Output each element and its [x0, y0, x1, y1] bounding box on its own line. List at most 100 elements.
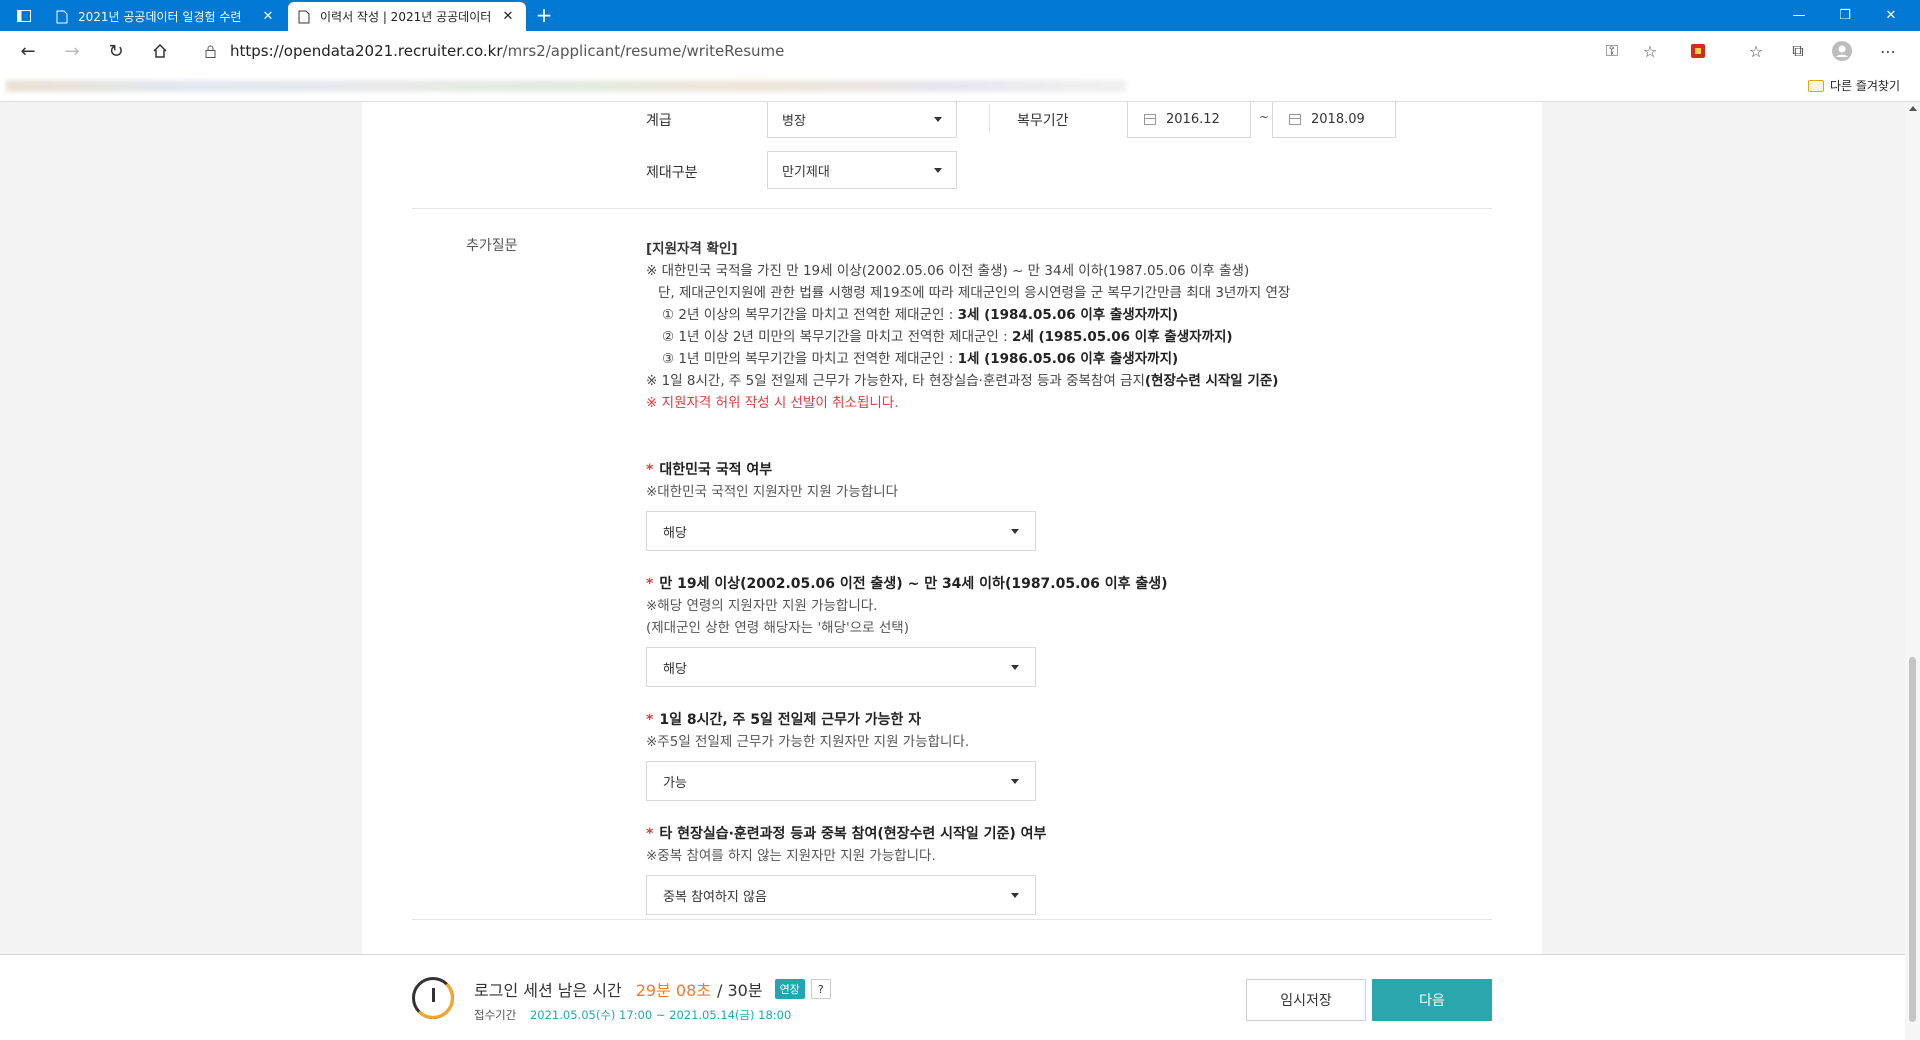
favorites-icon[interactable]: ☆ [1744, 39, 1768, 63]
question-title: * 대한민국 국적 여부 [646, 459, 1466, 481]
restore-icon[interactable]: ❐ [1822, 0, 1868, 31]
tab-1[interactable]: 2021년 공공데이터 일경험 수련 ✕ [46, 2, 286, 31]
add-favorite-icon[interactable]: ☆ [1638, 39, 1662, 63]
bookmark-bar: 다른 즐겨찾기 [0, 71, 1920, 102]
minimize-icon[interactable]: — [1776, 0, 1822, 31]
age-select[interactable]: 해당 [646, 647, 1036, 687]
session-total: / 30분 [717, 981, 763, 1000]
profile-avatar-icon[interactable] [1830, 39, 1854, 63]
nationality-value: 해당 [663, 525, 687, 541]
notice-title: [지원자격 확인] [646, 241, 738, 257]
scroll-up-icon[interactable] [1909, 106, 1917, 111]
required-mark: * [646, 826, 654, 842]
notice-line: ※ 1일 8시간, 주 5일 전일제 근무가 가능한자, 타 현장실습·훈련과정… [646, 370, 1466, 392]
caret-down-icon [934, 167, 942, 173]
notice-warning: ※ 지원자격 허위 작성 시 선발이 취소됩니다. [646, 395, 899, 411]
url-bar[interactable]: https://opendata2021.recruiter.co.kr/mrs… [190, 35, 1650, 67]
tab-actions-icon[interactable] [10, 7, 38, 25]
notice-item-text: ② 1년 이상 2년 미만의 복무기간을 마치고 전역한 제대군인 : [662, 329, 1012, 345]
required-mark: * [646, 576, 654, 592]
other-bookmarks[interactable]: 다른 즐겨찾기 [1807, 77, 1900, 94]
question-title: * 타 현장실습·훈련과정 등과 중복 참여(현장수련 시작일 기준) 여부 [646, 823, 1466, 845]
question-title-text: 대한민국 국적 여부 [659, 462, 773, 478]
section-divider [412, 919, 1492, 920]
page-icon [298, 10, 310, 23]
page-icon [56, 10, 68, 23]
lock-icon[interactable] [200, 45, 220, 58]
service-period-label: 복무기간 [1017, 113, 1069, 129]
question-title: * 만 19세 이상(2002.05.06 이전 출생) ~ 만 34세 이하(1… [646, 573, 1466, 595]
question-duplicate: * 타 현장실습·훈련과정 등과 중복 참여(현장수련 시작일 기준) 여부 ※중… [646, 823, 1466, 915]
question-title: * 1일 8시간, 주 5일 전일제 근무가 가능한 자 [646, 709, 1466, 731]
service-start-value: 2016.12 [1166, 111, 1220, 127]
notice-item: ① 2년 이상의 복무기간을 마치고 전역한 제대군인 : 3세 (1984.0… [646, 304, 1466, 326]
notice-line-text: ※ 1일 8시간, 주 5일 전일제 근무가 가능한자, 타 현장실습·훈련과정… [646, 373, 1145, 389]
rank-label: 계급 [646, 113, 672, 129]
extension-icon[interactable] [1686, 39, 1710, 63]
extend-session-button[interactable]: 연장 [774, 979, 805, 999]
question-desc: ※해당 연령의 지원자만 지원 가능합니다. [646, 598, 878, 614]
section-divider [412, 208, 1492, 209]
caret-down-icon [1011, 664, 1019, 670]
refresh-icon[interactable]: ↻ [102, 37, 130, 65]
notice-item-bold: 2세 (1985.05.06 이후 출생자까지) [1011, 329, 1233, 345]
fulltime-select[interactable]: 가능 [646, 761, 1036, 801]
caret-down-icon [1011, 892, 1019, 898]
key-icon[interactable]: ⚿ [1600, 39, 1624, 63]
help-button[interactable]: ? [810, 979, 831, 999]
close-window-icon[interactable]: ✕ [1868, 0, 1914, 31]
url-path: /mrs2/applicant/resume/writeResume [502, 42, 785, 60]
tab-2[interactable]: 이력서 작성 | 2021년 공공데이터 ✕ [288, 2, 526, 31]
close-tab-icon[interactable]: ✕ [260, 9, 276, 24]
fulltime-value: 가능 [663, 775, 687, 791]
discharge-select[interactable]: 만기제대 [767, 151, 957, 189]
service-start-input[interactable]: 2016.12 [1127, 102, 1251, 138]
caret-down-icon [934, 116, 942, 122]
question-fulltime: * 1일 8시간, 주 5일 전일제 근무가 가능한 자 ※주5일 전일제 근무가… [646, 709, 1466, 801]
next-button[interactable]: 다음 [1372, 979, 1492, 1021]
caret-down-icon [1011, 778, 1019, 784]
divider [989, 104, 990, 134]
rank-select[interactable]: 병장 [767, 102, 957, 138]
notice-item: ③ 1년 미만의 복무기간을 마치고 전역한 제대군인 : 1세 (1986.0… [646, 348, 1466, 370]
folder-icon [1807, 79, 1824, 92]
page-scrollbar[interactable] [1905, 102, 1920, 1040]
question-title-text: 만 19세 이상(2002.05.06 이전 출생) ~ 만 34세 이하(19… [659, 576, 1168, 592]
required-mark: * [646, 462, 654, 478]
session-timer: 로그인 세션 남은 시간 29분 08초 / 30분 연장 ? [474, 977, 831, 1001]
url-host: https://opendata2021.recruiter.co.kr [230, 42, 503, 60]
session-label: 로그인 세션 남은 시간 [474, 981, 622, 1000]
nationality-select[interactable]: 해당 [646, 511, 1036, 551]
temp-save-button[interactable]: 임시저장 [1246, 979, 1366, 1021]
application-period: 접수기간 2021.05.05(수) 17:00 ~ 2021.05.14(금)… [474, 1007, 791, 1023]
home-icon[interactable] [146, 37, 174, 65]
extra-questions-label: 추가질문 [466, 238, 518, 254]
notice-item-bold: 1세 (1986.05.06 이후 출생자까지) [957, 351, 1179, 367]
new-tab-button[interactable]: + [532, 4, 556, 28]
address-toolbar: ← → ↻ https://opendata2021.recruiter.co.… [0, 31, 1920, 71]
discharge-value: 만기제대 [782, 164, 830, 180]
service-end-input[interactable]: 2018.09 [1272, 102, 1396, 138]
collections-icon[interactable]: ⧉ [1786, 39, 1810, 63]
url-text: https://opendata2021.recruiter.co.kr/mrs… [230, 42, 784, 60]
session-footer: 로그인 세션 남은 시간 29분 08초 / 30분 연장 ? 접수기간 202… [0, 954, 1905, 1040]
question-age: * 만 19세 이상(2002.05.06 이전 출생) ~ 만 34세 이하(1… [646, 573, 1466, 687]
timer-icon [412, 977, 454, 1019]
forward-icon[interactable]: → [58, 37, 86, 65]
calendar-icon [1144, 113, 1156, 125]
notice-line: 단, 제대군인지원에 관한 법률 시행령 제19조에 따라 제대군인의 응시연령… [658, 285, 1291, 301]
required-mark: * [646, 712, 654, 728]
close-tab-icon[interactable]: ✕ [500, 9, 516, 24]
tab-2-title: 이력서 작성 | 2021년 공공데이터 [320, 10, 492, 24]
caret-down-icon [1011, 528, 1019, 534]
notice-item-bold: 3세 (1984.05.06 이후 출생자까지) [957, 307, 1179, 323]
calendar-icon [1289, 113, 1301, 125]
notice-item: ② 1년 이상 2년 미만의 복무기간을 마치고 전역한 제대군인 : 2세 (… [646, 326, 1466, 348]
eligibility-notice: [지원자격 확인] ※ 대한민국 국적을 가진 만 19세 이상(2002.05… [646, 238, 1466, 414]
duplicate-select[interactable]: 중복 참여하지 않음 [646, 875, 1036, 915]
more-options-icon[interactable]: ⋯ [1876, 39, 1900, 63]
scroll-thumb[interactable] [1909, 657, 1916, 1022]
notice-item-text: ③ 1년 미만의 복무기간을 마치고 전역한 제대군인 : [662, 351, 958, 367]
notice-line: ※ 대한민국 국적을 가진 만 19세 이상(2002.05.06 이전 출생)… [646, 263, 1250, 279]
back-icon[interactable]: ← [14, 37, 42, 65]
